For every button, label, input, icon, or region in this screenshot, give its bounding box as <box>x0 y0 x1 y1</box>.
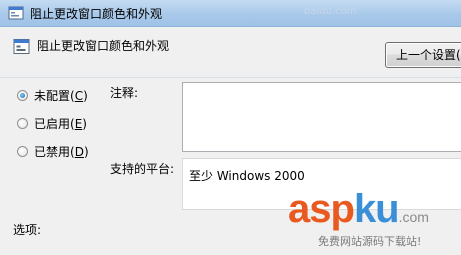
previous-setting-button[interactable]: 上一个设置(P) <box>385 42 461 68</box>
header-divider <box>0 77 461 78</box>
logo-text: aspku.com <box>288 187 429 231</box>
radio-button-checked[interactable] <box>17 89 28 101</box>
policy-settings-icon <box>13 39 30 54</box>
radio-button[interactable] <box>17 117 28 129</box>
policy-dialog-window: 阻止更改窗口颜色和外观 baidu.com 阻止更改窗口颜色和外观 上一个设置(… <box>0 0 461 255</box>
comment-label: 注释: <box>110 86 139 100</box>
window-title: 阻止更改窗口颜色和外观 <box>30 7 163 21</box>
radio-label: 已禁用(D) <box>34 144 89 159</box>
radio-enabled[interactable]: 已启用(E) <box>17 114 87 132</box>
page-title: 阻止更改窗口颜色和外观 <box>37 39 170 53</box>
radio-not-configured[interactable]: 未配置(C) <box>17 86 88 104</box>
policy-settings-icon <box>8 6 24 20</box>
radio-disabled[interactable]: 已禁用(D) <box>17 142 89 160</box>
title-watermark: baidu.com <box>304 6 357 17</box>
logo-subtitle: 免费网站源码下载站! <box>318 235 422 248</box>
aspku-watermark-logo: aspku.com 免费网站源码下载站! <box>288 189 461 255</box>
radio-label: 未配置(C) <box>34 88 88 103</box>
comment-textarea[interactable] <box>182 82 461 152</box>
title-bar[interactable]: 阻止更改窗口颜色和外观 baidu.com <box>0 0 461 27</box>
options-label: 选项: <box>13 223 42 237</box>
supported-platform-label: 支持的平台: <box>110 162 175 176</box>
radio-button[interactable] <box>17 145 28 157</box>
radio-label: 已启用(E) <box>34 116 87 131</box>
